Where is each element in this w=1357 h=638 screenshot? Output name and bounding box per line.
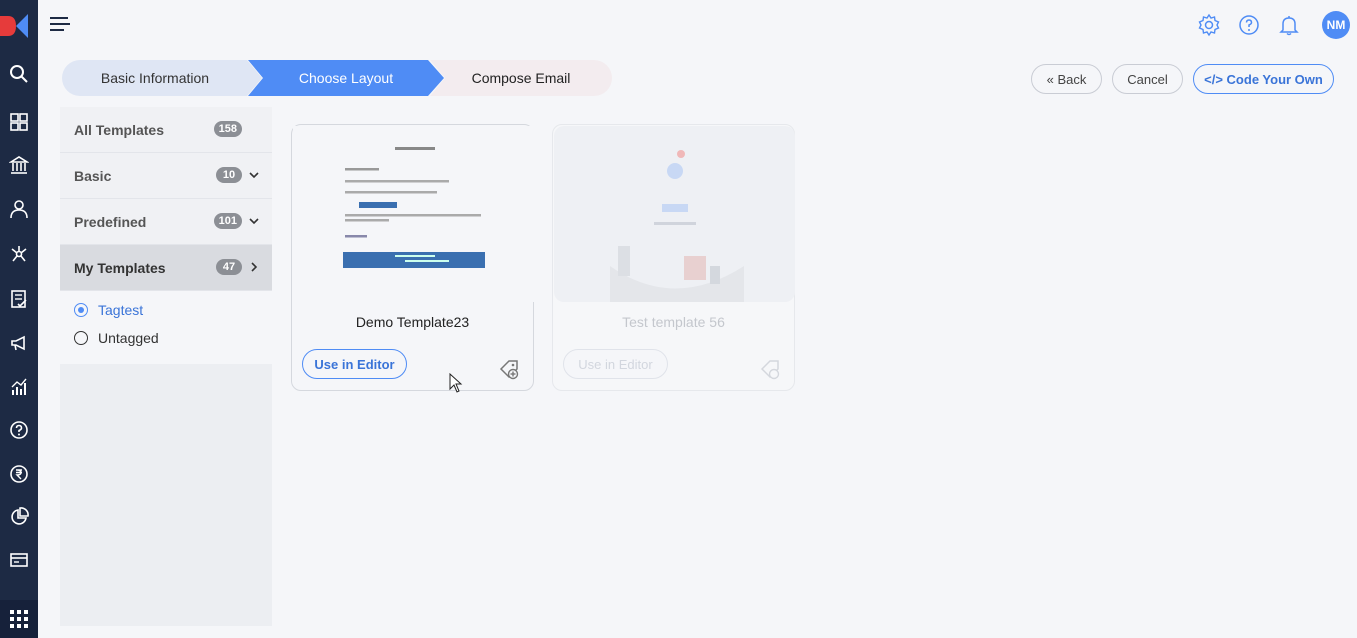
rupee-icon[interactable]	[4, 459, 34, 489]
chevron-right-icon[interactable]	[248, 261, 260, 273]
apps-grid-icon[interactable]	[0, 600, 38, 638]
cancel-button[interactable]: Cancel	[1112, 64, 1183, 94]
use-in-editor-button[interactable]: Use in Editor	[563, 349, 668, 379]
tag-label: Untagged	[98, 330, 159, 346]
count-badge: 10	[216, 167, 242, 183]
step-basic-information[interactable]: Basic Information	[62, 60, 262, 96]
step-label: Basic Information	[100, 70, 210, 86]
top-bar: NM	[38, 0, 1357, 50]
institution-icon[interactable]	[4, 150, 34, 180]
back-button[interactable]: « Back	[1031, 64, 1102, 94]
category-all-templates[interactable]: All Templates 158	[60, 107, 272, 153]
tag-filter-list: Tagtest Untagged	[60, 296, 272, 352]
template-preview[interactable]	[293, 126, 534, 302]
menu-toggle-icon[interactable]	[48, 14, 72, 34]
network-icon[interactable]	[4, 239, 34, 269]
chevron-down-icon[interactable]	[248, 215, 260, 227]
add-tag-icon[interactable]	[498, 358, 520, 380]
step-label: Choose Layout	[298, 70, 394, 86]
step-choose-layout[interactable]: Choose Layout	[248, 60, 444, 96]
billing-icon[interactable]	[4, 545, 34, 575]
count-badge: 158	[213, 121, 242, 137]
template-category-list: All Templates 158 Basic 10 Predefined 10…	[60, 107, 272, 291]
bell-icon[interactable]	[1277, 13, 1301, 37]
mouse-cursor-icon	[449, 373, 463, 393]
left-nav-rail	[0, 0, 38, 638]
add-tag-icon[interactable]	[759, 358, 781, 380]
user-icon[interactable]	[4, 194, 34, 224]
megaphone-icon[interactable]	[4, 328, 34, 358]
template-card[interactable]: Test template 56 Use in Editor	[552, 124, 795, 391]
settings-icon[interactable]	[1197, 13, 1221, 37]
template-preview[interactable]	[554, 126, 795, 302]
category-label: All Templates	[74, 121, 164, 138]
pie-chart-icon[interactable]	[4, 502, 34, 532]
search-icon[interactable]	[4, 59, 34, 89]
category-predefined[interactable]: Predefined 101	[60, 199, 272, 245]
brand-logo[interactable]	[0, 8, 38, 44]
count-badge: 47	[216, 259, 242, 275]
template-card[interactable]: Demo Template23 Use in Editor	[291, 124, 534, 391]
analytics-icon[interactable]	[4, 372, 34, 402]
count-badge: 101	[213, 213, 242, 229]
help-icon[interactable]	[4, 415, 34, 445]
form-icon[interactable]	[4, 284, 34, 314]
template-name: Demo Template23	[355, 314, 470, 330]
template-name: Test template 56	[622, 314, 725, 330]
category-my-templates[interactable]: My Templates 47	[60, 245, 272, 291]
chevron-down-icon[interactable]	[248, 169, 260, 181]
help-icon[interactable]	[1237, 13, 1261, 37]
avatar[interactable]: NM	[1322, 11, 1350, 39]
tag-option-untagged[interactable]: Untagged	[60, 324, 272, 352]
step-compose-email[interactable]: Compose Email	[430, 60, 612, 96]
code-your-own-button[interactable]: </> Code Your Own	[1193, 64, 1334, 94]
step-label: Compose Email	[471, 70, 571, 86]
category-basic[interactable]: Basic 10	[60, 153, 272, 199]
radio-button[interactable]	[74, 303, 88, 317]
category-label: Basic	[74, 167, 112, 184]
radio-button[interactable]	[74, 331, 88, 345]
tag-option-tagtest[interactable]: Tagtest	[60, 296, 272, 324]
sidebar-empty-area	[60, 364, 272, 626]
tag-label: Tagtest	[98, 302, 144, 318]
use-in-editor-button[interactable]: Use in Editor	[302, 349, 407, 379]
category-label: My Templates	[74, 259, 166, 276]
category-label: Predefined	[74, 213, 147, 230]
dashboard-icon[interactable]	[4, 107, 34, 137]
